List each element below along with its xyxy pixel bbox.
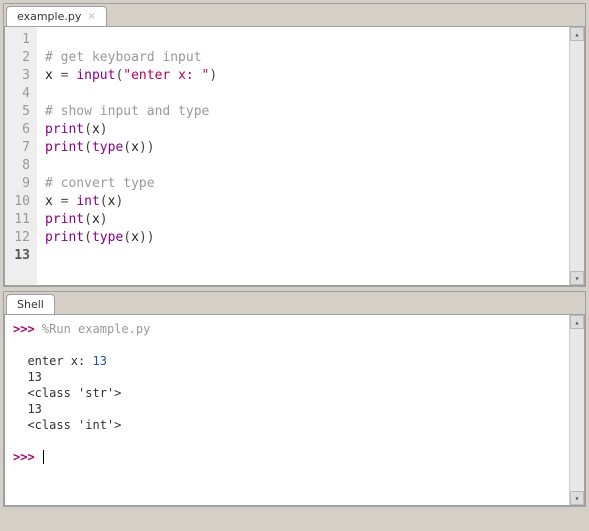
code-token: ( bbox=[123, 230, 131, 245]
line-number: 9 bbox=[9, 175, 30, 193]
code-token: ) bbox=[147, 230, 155, 245]
shell-tab-label: Shell bbox=[17, 298, 44, 311]
code-token: "enter x: " bbox=[123, 68, 209, 83]
text-cursor-icon bbox=[43, 450, 44, 464]
code-line[interactable]: print(x) bbox=[45, 211, 561, 229]
code-token: ) bbox=[139, 140, 147, 155]
shell-scrollbar[interactable]: ▴ ▾ bbox=[569, 315, 584, 505]
code-token: ( bbox=[84, 212, 92, 227]
code-line[interactable] bbox=[45, 31, 561, 49]
shell-output-line: 13 bbox=[13, 401, 561, 417]
code-line[interactable]: print(type(x)) bbox=[45, 229, 561, 247]
code-token: ) bbox=[100, 122, 108, 137]
code-token: ) bbox=[139, 230, 147, 245]
shell-input-value: 13 bbox=[92, 354, 106, 368]
line-number: 1 bbox=[9, 31, 30, 49]
shell-output-line: 13 bbox=[13, 369, 561, 385]
line-number: 8 bbox=[9, 157, 30, 175]
editor-tab[interactable]: example.py × bbox=[6, 6, 107, 26]
code-line[interactable]: # convert type bbox=[45, 175, 561, 193]
line-number: 13 bbox=[9, 247, 30, 265]
line-number: 2 bbox=[9, 49, 30, 67]
scroll-up-icon[interactable]: ▴ bbox=[570, 315, 584, 329]
shell-output-line: <class 'int'> bbox=[13, 417, 561, 433]
code-token: x bbox=[92, 122, 100, 137]
scroll-down-icon[interactable]: ▾ bbox=[570, 271, 584, 285]
code-line[interactable]: x = input("enter x: ") bbox=[45, 67, 561, 85]
code-token: x bbox=[131, 230, 139, 245]
code-line[interactable]: print(x) bbox=[45, 121, 561, 139]
line-number: 7 bbox=[9, 139, 30, 157]
code-token: int bbox=[76, 194, 99, 209]
code-token: = bbox=[61, 194, 77, 209]
code-token: ) bbox=[115, 194, 123, 209]
editor-scrollbar[interactable]: ▴ ▾ bbox=[569, 27, 584, 285]
line-number: 4 bbox=[9, 85, 30, 103]
shell-output-text: enter x: bbox=[27, 354, 92, 368]
shell-content: >>> %Run example.py enter x: 13 13 <clas… bbox=[4, 314, 585, 506]
shell-prompt: >>> bbox=[13, 322, 35, 336]
code-token: type bbox=[92, 230, 123, 245]
code-token: ) bbox=[209, 68, 217, 83]
code-line[interactable]: x = int(x) bbox=[45, 193, 561, 211]
shell-area[interactable]: >>> %Run example.py enter x: 13 13 <clas… bbox=[5, 315, 569, 505]
shell-tab[interactable]: Shell bbox=[6, 294, 55, 314]
shell-blank bbox=[13, 337, 561, 353]
code-token: ) bbox=[100, 212, 108, 227]
scroll-track[interactable] bbox=[570, 329, 584, 491]
code-token: x bbox=[131, 140, 139, 155]
code-token: ( bbox=[100, 194, 108, 209]
editor-panel: example.py × 12345678910111213 # get key… bbox=[3, 3, 586, 287]
code-line[interactable] bbox=[45, 247, 561, 265]
code-token: # show input and type bbox=[45, 104, 209, 119]
code-token: ( bbox=[123, 140, 131, 155]
code-line[interactable]: # get keyboard input bbox=[45, 49, 561, 67]
scroll-down-icon[interactable]: ▾ bbox=[570, 491, 584, 505]
code-token: input bbox=[76, 68, 115, 83]
code-line[interactable] bbox=[45, 157, 561, 175]
shell-output-line: <class 'str'> bbox=[13, 385, 561, 401]
code-line[interactable]: # show input and type bbox=[45, 103, 561, 121]
code-token: # convert type bbox=[45, 176, 155, 191]
editor-tab-label: example.py bbox=[17, 10, 81, 23]
shell-tab-bar: Shell bbox=[4, 292, 585, 314]
code-token: # get keyboard input bbox=[45, 50, 202, 65]
line-gutter: 12345678910111213 bbox=[5, 27, 37, 285]
line-number: 12 bbox=[9, 229, 30, 247]
code-token: ) bbox=[147, 140, 155, 155]
code-token: x bbox=[45, 194, 61, 209]
line-number: 10 bbox=[9, 193, 30, 211]
code-token: print bbox=[45, 230, 84, 245]
line-number: 3 bbox=[9, 67, 30, 85]
shell-run-cmd: %Run example.py bbox=[42, 322, 150, 336]
code-token: x bbox=[45, 68, 61, 83]
code-token: ( bbox=[84, 140, 92, 155]
editor-content: 12345678910111213 # get keyboard inputx … bbox=[4, 26, 585, 286]
code-line[interactable] bbox=[45, 85, 561, 103]
code-token: print bbox=[45, 122, 84, 137]
code-token: ( bbox=[84, 122, 92, 137]
code-token: print bbox=[45, 140, 84, 155]
code-area[interactable]: # get keyboard inputx = input("enter x: … bbox=[37, 27, 569, 285]
line-number: 11 bbox=[9, 211, 30, 229]
scroll-up-icon[interactable]: ▴ bbox=[570, 27, 584, 41]
close-icon[interactable]: × bbox=[87, 11, 95, 22]
code-token: print bbox=[45, 212, 84, 227]
editor-tab-bar: example.py × bbox=[4, 4, 585, 26]
line-number: 5 bbox=[9, 103, 30, 121]
shell-blank bbox=[13, 433, 561, 449]
code-token: ( bbox=[84, 230, 92, 245]
code-token: x bbox=[92, 212, 100, 227]
code-line[interactable]: print(type(x)) bbox=[45, 139, 561, 157]
line-number: 6 bbox=[9, 121, 30, 139]
code-token: type bbox=[92, 140, 123, 155]
code-token: = bbox=[61, 68, 77, 83]
shell-panel: Shell >>> %Run example.py enter x: 13 13… bbox=[3, 291, 586, 507]
shell-prompt: >>> bbox=[13, 450, 35, 464]
scroll-track[interactable] bbox=[570, 41, 584, 271]
